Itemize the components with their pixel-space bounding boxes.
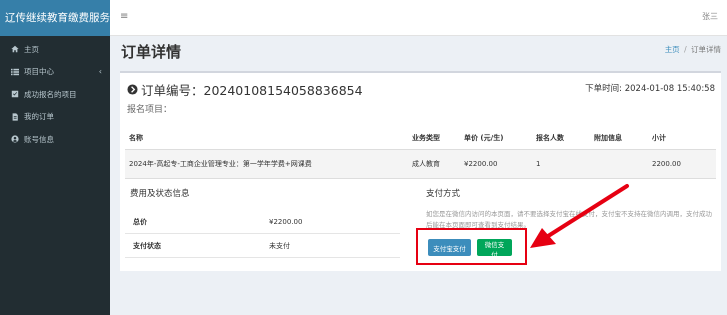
column-header: 附加信息 <box>590 127 648 150</box>
breadcrumb: 主页 / 订单详情 <box>665 44 721 55</box>
payment-status-value: 未支付 <box>269 241 290 250</box>
sidebar-menu: 主页 项目中心 ‹ 成功报名的项目 我的订单 账号信息 <box>0 36 110 151</box>
sidebar-item-label: 主页 <box>24 44 39 54</box>
table-cell: ¥2200.00 <box>460 149 532 179</box>
breadcrumb-current: 订单详情 <box>691 45 721 54</box>
sidebar: 辽传继续教育缴费服务平台 主页 项目中心 ‹ 成功报名的项目 我的订单 <box>0 0 110 315</box>
user-menu[interactable]: 张三 <box>702 11 718 22</box>
alipay-button[interactable]: 支付宝支付 <box>428 239 471 256</box>
order-items-table: 名称 业务类型 单价 (元/生) 报名人数 附加信息 小计 2024年-高起专-… <box>125 127 716 179</box>
project-label: 报名项目： <box>127 105 173 115</box>
content-header: 订单详情 主页 / 订单详情 <box>110 36 727 66</box>
breadcrumb-separator: / <box>684 45 687 54</box>
fee-label: 总价 <box>133 217 147 226</box>
top-navbar: ≡ 张三 <box>110 0 727 36</box>
home-icon <box>10 45 19 54</box>
page-title: 订单详情 <box>121 43 182 61</box>
list-icon <box>10 67 19 76</box>
fee-table: 总价 ¥2200.00 支付状态 未支付 <box>125 210 400 258</box>
column-header: 小计 <box>648 127 716 150</box>
table-cell: 2200.00 <box>648 149 716 179</box>
column-header: 报名人数 <box>532 127 590 150</box>
fee-row-total: 总价 ¥2200.00 <box>125 210 400 234</box>
check-square-icon <box>10 90 19 99</box>
sidebar-item-label: 成功报名的项目 <box>24 89 77 99</box>
table-cell: 2024年-高起专-工商企业管理专业：第一学年学费+网课费 <box>125 149 408 179</box>
order-number-text: 订单编号：20240108154058836854 <box>141 83 363 98</box>
arrow-circle-right-icon <box>127 84 138 95</box>
app-brand[interactable]: 辽传继续教育缴费服务平台 <box>0 0 110 36</box>
sidebar-toggle-button[interactable]: ≡ <box>120 11 128 22</box>
order-number: 订单编号：20240108154058836854 <box>127 80 363 99</box>
chevron-left-icon: ‹ <box>98 67 102 77</box>
payment-section-title: 支付方式 <box>426 189 461 199</box>
sidebar-item-account-info[interactable]: 账号信息 <box>0 128 110 151</box>
file-icon <box>10 112 19 121</box>
table-header-row: 名称 业务类型 单价 (元/生) 报名人数 附加信息 小计 <box>125 127 716 150</box>
sidebar-item-label: 我的订单 <box>24 112 54 122</box>
column-header: 名称 <box>125 127 408 150</box>
user-circle-icon <box>10 135 19 144</box>
fee-row-status: 支付状态 未支付 <box>125 234 400 258</box>
column-header: 单价 (元/生) <box>460 127 532 150</box>
table-cell: 成人教育 <box>408 149 460 179</box>
sidebar-item-label: 项目中心 <box>24 67 54 77</box>
sidebar-item-registered-projects[interactable]: 成功报名的项目 <box>0 83 110 106</box>
order-time: 下单时间: 2024-01-08 15:40:58 <box>585 84 715 94</box>
sidebar-item-my-orders[interactable]: 我的订单 <box>0 106 110 129</box>
table-row: 2024年-高起专-工商企业管理专业：第一学年学费+网课费 成人教育 ¥2200… <box>125 149 716 179</box>
sidebar-item-project-center[interactable]: 项目中心 ‹ <box>0 61 110 84</box>
sidebar-item-home[interactable]: 主页 <box>0 38 110 61</box>
order-detail-box: 订单编号：20240108154058836854 下单时间: 2024-01-… <box>120 71 721 271</box>
breadcrumb-home-link[interactable]: 主页 <box>665 45 680 54</box>
table-cell <box>590 149 648 179</box>
fee-value: ¥2200.00 <box>269 217 303 226</box>
payment-note: 如您是在微信内访问的本页面，请不要选择支付宝在线支付，支付宝不支持在微信内调用，… <box>426 210 712 229</box>
fee-label: 支付状态 <box>133 241 161 250</box>
fee-section-title: 费用及状态信息 <box>130 189 190 199</box>
column-header: 业务类型 <box>408 127 460 150</box>
sidebar-item-label: 账号信息 <box>24 134 54 144</box>
table-cell: 1 <box>532 149 590 179</box>
wechat-pay-button[interactable]: 微信支付 <box>477 239 512 259</box>
